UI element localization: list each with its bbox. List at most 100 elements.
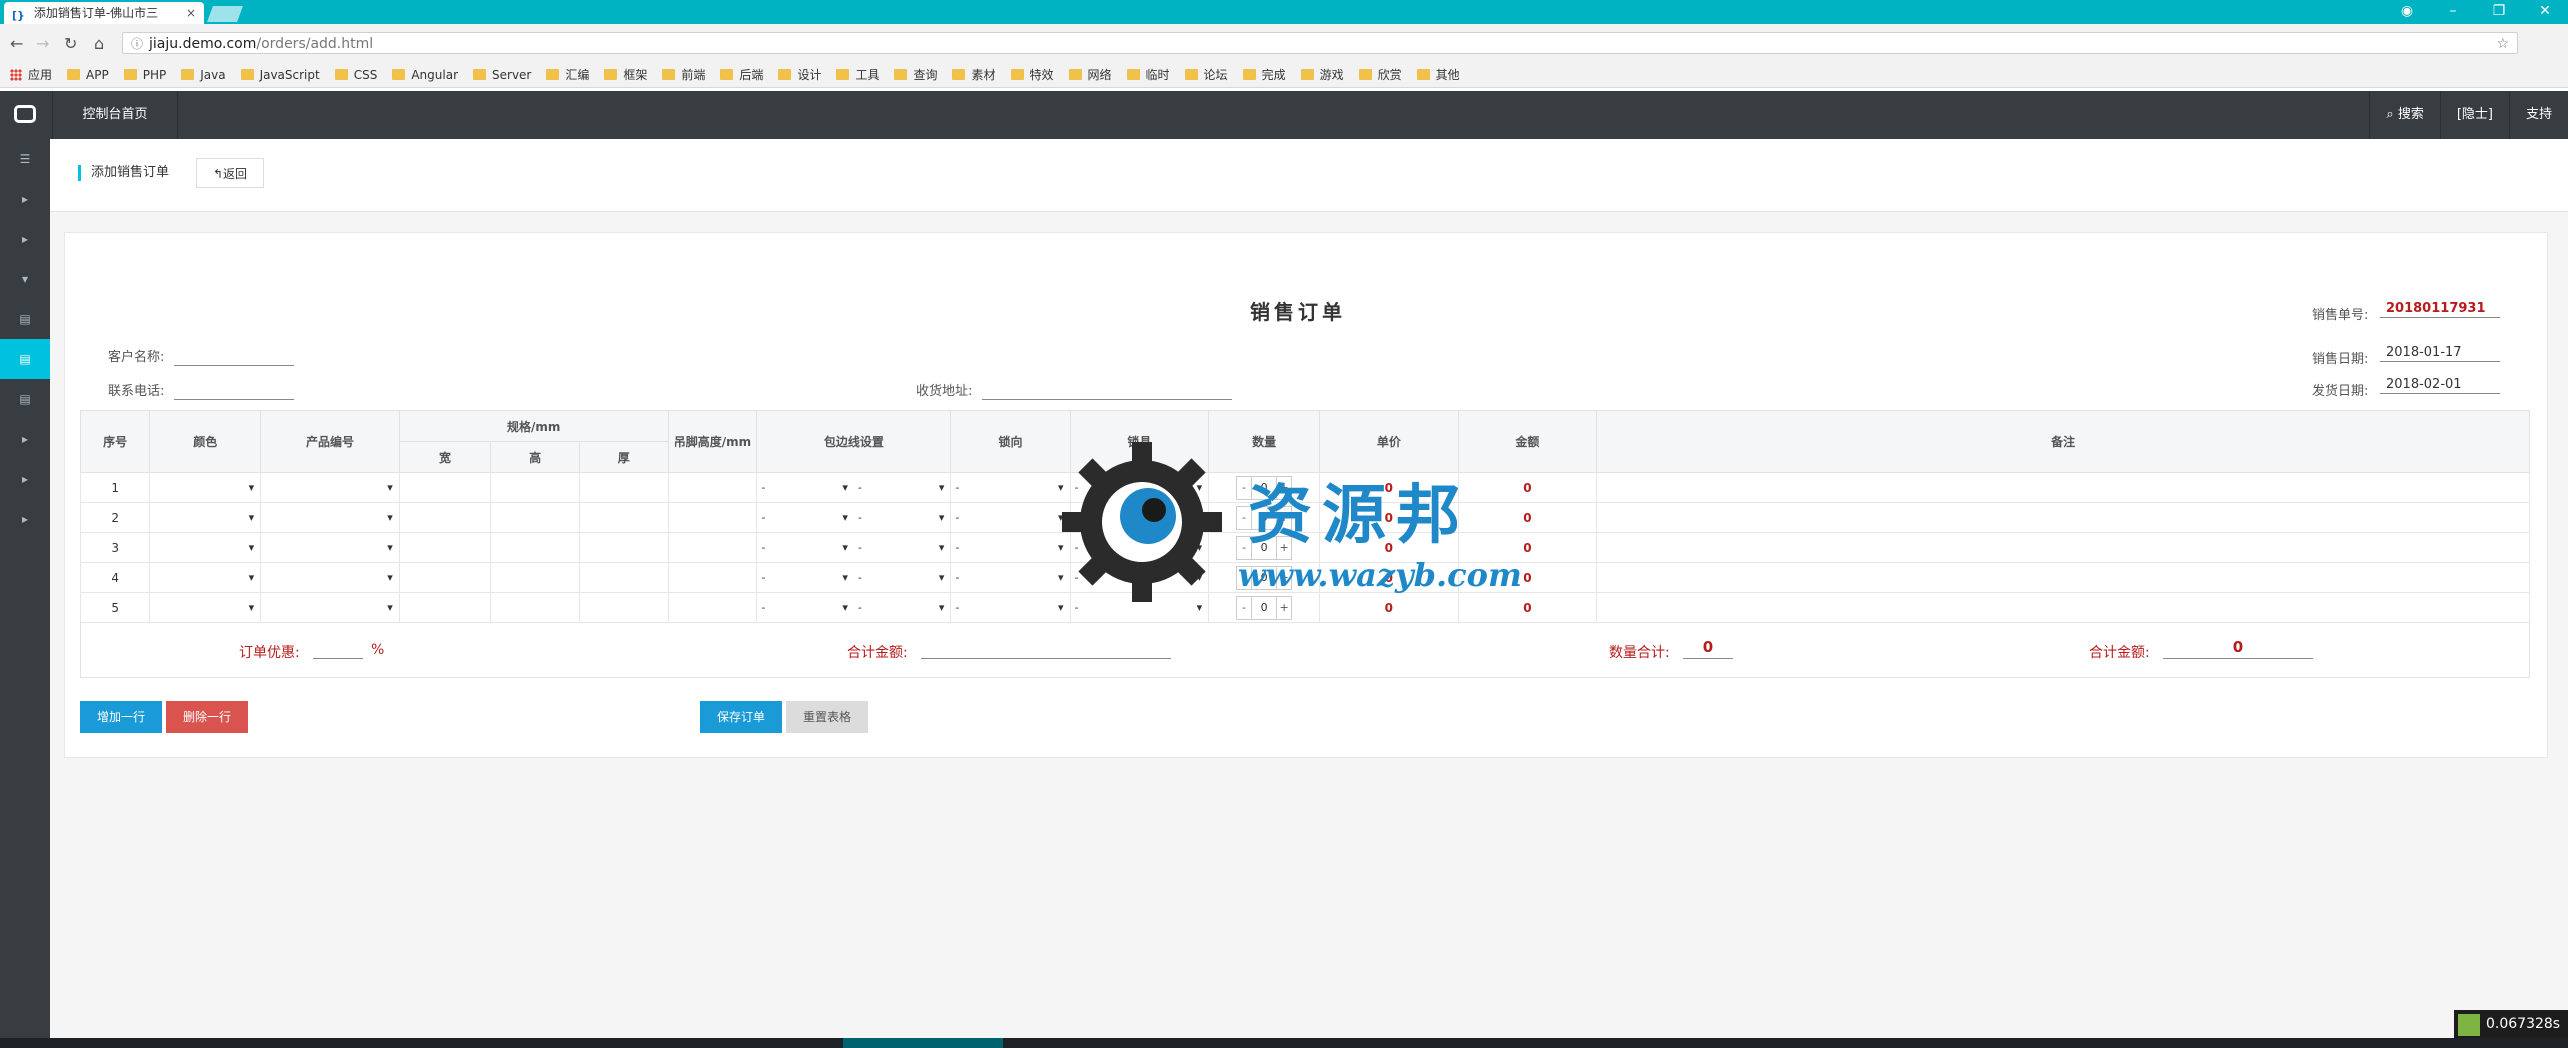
lock-dir-select[interactable]: - ▾ xyxy=(951,541,1069,554)
browser-tab[interactable]: [} 添加销售订单-佛山市三 × xyxy=(4,2,204,24)
reload-icon[interactable]: ↻ xyxy=(64,34,77,53)
bookmark-apps[interactable]: 应用 xyxy=(10,66,52,83)
note-input[interactable] xyxy=(1596,592,2530,623)
list-icon-active[interactable]: ▤ xyxy=(0,339,50,379)
expand-caret-icon[interactable]: ▸ xyxy=(0,499,50,539)
bookmark-folder[interactable]: 后端 xyxy=(720,66,763,83)
support-link[interactable]: 支持 xyxy=(2508,91,2568,139)
collapse-caret-icon[interactable]: ▾ xyxy=(0,259,50,299)
close-tab-icon[interactable]: × xyxy=(186,2,196,24)
thick-input[interactable] xyxy=(578,532,669,563)
note-input[interactable] xyxy=(1596,472,2530,503)
minus-button[interactable]: - xyxy=(1237,597,1251,619)
note-input[interactable] xyxy=(1596,562,2530,593)
total-field[interactable] xyxy=(921,636,1171,659)
color-select[interactable]: ▾ xyxy=(150,511,260,524)
expand-caret-icon[interactable]: ▸ xyxy=(0,179,50,219)
lock-select[interactable]: -▾ xyxy=(1071,601,1209,614)
plus-button[interactable]: + xyxy=(1277,597,1291,619)
expand-caret-icon[interactable]: ▸ xyxy=(0,459,50,499)
note-input[interactable] xyxy=(1596,502,2530,533)
hang-input[interactable] xyxy=(667,592,758,623)
width-input[interactable] xyxy=(398,532,492,563)
edge-select-1[interactable]: - ▾ xyxy=(757,571,854,584)
width-input[interactable] xyxy=(398,592,492,623)
hang-input[interactable] xyxy=(667,472,758,503)
height-input[interactable] xyxy=(490,532,580,563)
product-cell[interactable]: ▾ xyxy=(260,562,400,593)
lock-dir-select[interactable]: - ▾ xyxy=(951,571,1069,584)
edge-select-1[interactable]: - ▾ xyxy=(757,511,854,524)
product-select[interactable]: ▾ xyxy=(261,571,399,584)
address-field[interactable] xyxy=(982,382,1232,400)
delete-row-button[interactable]: 删除一行 xyxy=(166,701,248,733)
expand-caret-icon[interactable]: ▸ xyxy=(0,419,50,459)
product-select[interactable]: ▾ xyxy=(261,511,399,524)
discount-field[interactable] xyxy=(313,636,363,659)
console-home-link[interactable]: 控制台首页 xyxy=(52,91,178,139)
forward-arrow-icon[interactable]: → xyxy=(36,34,49,53)
color-select[interactable]: ▾ xyxy=(150,571,260,584)
bookmark-folder[interactable]: 工具 xyxy=(836,66,879,83)
qty-value[interactable]: 0 xyxy=(1251,596,1278,619)
profile-icon[interactable]: ◉ xyxy=(2384,0,2430,24)
add-row-button[interactable]: 增加一行 xyxy=(80,701,162,733)
product-select[interactable]: ▾ xyxy=(261,481,399,494)
reset-table-button[interactable]: 重置表格 xyxy=(786,701,868,733)
edge-cell[interactable]: - ▾ - ▾ xyxy=(756,562,952,593)
thick-input[interactable] xyxy=(578,502,669,533)
height-input[interactable] xyxy=(490,502,580,533)
bookmark-folder[interactable]: 欣赏 xyxy=(1358,66,1402,83)
edge-select-2[interactable]: - ▾ xyxy=(854,511,951,524)
back-arrow-icon[interactable]: ← xyxy=(10,34,23,53)
edge-select-1[interactable]: - ▾ xyxy=(757,601,854,614)
search-button[interactable]: ⌕ 搜索 xyxy=(2369,91,2439,139)
bookmark-folder[interactable]: CSS xyxy=(334,68,377,82)
hang-input[interactable] xyxy=(667,532,758,563)
bookmark-folder[interactable]: 其他 xyxy=(1416,66,1460,83)
edge-cell[interactable]: - ▾ - ▾ xyxy=(756,502,952,533)
minimize-icon[interactable]: – xyxy=(2430,0,2476,24)
lock-dir-cell[interactable]: - ▾ xyxy=(950,532,1071,563)
lock-dir-cell[interactable]: - ▾ xyxy=(950,562,1071,593)
edge-select-2[interactable]: - ▾ xyxy=(854,541,951,554)
edge-select-1[interactable]: - ▾ xyxy=(757,541,854,554)
color-cell[interactable]: ▾ xyxy=(149,592,262,623)
product-cell[interactable]: ▾ xyxy=(260,592,400,623)
expand-caret-icon[interactable]: ▸ xyxy=(0,219,50,259)
bookmark-folder[interactable]: Server xyxy=(473,68,531,82)
product-cell[interactable]: ▾ xyxy=(260,472,400,503)
bookmark-folder[interactable]: 临时 xyxy=(1126,66,1170,83)
edge-cell[interactable]: - ▾ - ▾ xyxy=(756,472,952,503)
bookmark-folder[interactable]: Angular xyxy=(392,68,458,82)
lock-dir-select[interactable]: - ▾ xyxy=(951,481,1069,494)
quantity-stepper[interactable]: -0 + xyxy=(1236,595,1293,620)
edge-select-1[interactable]: - ▾ xyxy=(757,481,854,494)
color-select[interactable]: ▾ xyxy=(150,601,260,614)
new-tab-button[interactable] xyxy=(207,6,243,22)
lock-dir-cell[interactable]: - ▾ xyxy=(950,502,1071,533)
phone-field[interactable] xyxy=(174,382,294,400)
edge-select-2[interactable]: - ▾ xyxy=(854,601,951,614)
bookmark-folder[interactable]: 游戏 xyxy=(1300,66,1344,83)
bookmark-star-icon[interactable]: ☆ xyxy=(2496,33,2509,55)
color-cell[interactable]: ▾ xyxy=(149,562,262,593)
color-cell[interactable]: ▾ xyxy=(149,502,262,533)
bookmark-folder[interactable]: 汇编 xyxy=(546,66,589,83)
bookmark-folder[interactable]: 前端 xyxy=(662,66,705,83)
ship-date-field[interactable]: 2018-02-01 xyxy=(2380,376,2500,394)
lock-dir-cell[interactable]: - ▾ xyxy=(950,592,1071,623)
hang-input[interactable] xyxy=(667,502,758,533)
product-select[interactable]: ▾ xyxy=(261,541,399,554)
user-menu[interactable]: [隐士] xyxy=(2439,91,2509,139)
product-cell[interactable]: ▾ xyxy=(260,502,400,533)
price-cell[interactable]: 0 xyxy=(1319,592,1459,623)
back-button[interactable]: ↰返回 xyxy=(196,158,264,188)
edge-cell[interactable]: - ▾ - ▾ xyxy=(756,592,952,623)
color-cell[interactable]: ▾ xyxy=(149,532,262,563)
logo-icon[interactable] xyxy=(14,105,36,123)
info-icon[interactable]: ⓘ xyxy=(131,33,143,55)
bookmark-folder[interactable]: 特效 xyxy=(1010,66,1054,83)
list-icon[interactable]: ▤ xyxy=(0,379,50,419)
bookmark-folder[interactable]: APP xyxy=(67,68,109,82)
